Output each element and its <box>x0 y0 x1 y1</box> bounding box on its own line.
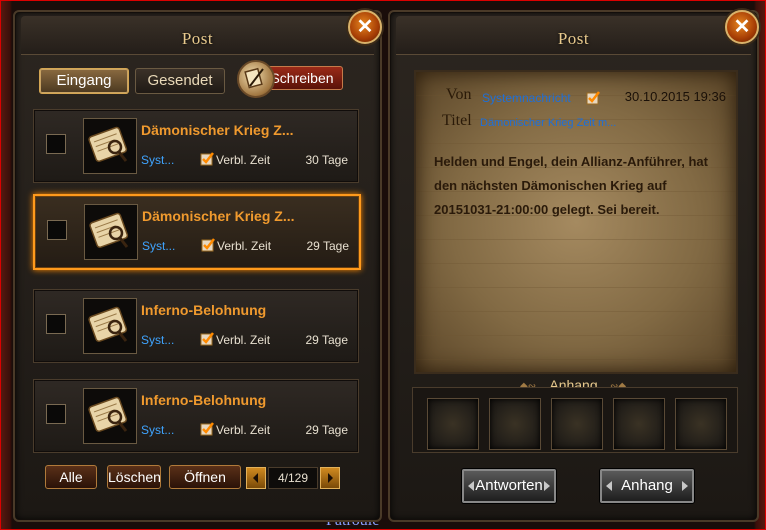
title-value: Dämonischer Krieg Zeit m... <box>480 117 617 129</box>
scroll-letter-icon <box>83 388 137 444</box>
mail-detail-panel: Post ✕ Von Systemnachricht 30.10.2015 19… <box>388 10 759 522</box>
verified-check-icon <box>200 151 215 171</box>
mail-checkbox[interactable] <box>47 220 67 240</box>
remaining-time-label: Verbl. Zeit <box>216 423 271 437</box>
close-icon[interactable]: ✕ <box>725 10 759 44</box>
remaining-days: 30 Tage <box>305 153 349 167</box>
arrow-left-icon <box>468 481 474 491</box>
tab-inbox[interactable]: Eingang <box>39 68 129 94</box>
prev-page-icon[interactable] <box>246 467 266 489</box>
mail-body: Helden und Engel, dein Allianz-Anführer,… <box>434 154 708 217</box>
remaining-time-label: Verbl. Zeit <box>216 153 271 167</box>
mail-checkbox[interactable] <box>46 314 66 334</box>
verified-check-icon <box>200 421 215 441</box>
attachment-slots <box>412 387 738 453</box>
mail-item[interactable]: Inferno-Belohnung Syst... Verbl. Zeit 29… <box>33 289 359 363</box>
tab-sent[interactable]: Gesendet <box>135 68 225 94</box>
take-attachment-button[interactable]: Anhang <box>600 469 694 503</box>
arrow-right-icon <box>544 481 550 491</box>
mail-date: 30.10.2015 19:36 <box>624 89 726 104</box>
scroll-letter-icon <box>83 118 137 174</box>
mail-checkbox[interactable] <box>46 134 66 154</box>
attachment-slot[interactable] <box>551 398 603 450</box>
verified-check-icon <box>586 90 601 110</box>
mail-sender: Syst... <box>141 333 175 347</box>
mail-sender: Syst... <box>142 239 176 253</box>
mail-item[interactable]: Dämonischer Krieg Z... Syst... Verbl. Ze… <box>33 109 359 183</box>
page-indicator: 4/129 <box>268 467 318 489</box>
remaining-time-label: Verbl. Zeit <box>216 333 271 347</box>
remaining-days: 29 Tage <box>305 333 349 347</box>
attachment-slot[interactable] <box>613 398 665 450</box>
open-button[interactable]: Öffnen <box>169 465 241 489</box>
delete-button[interactable]: Löschen <box>107 465 161 489</box>
mail-sender: Syst... <box>141 423 175 437</box>
panel-title: Post <box>557 29 590 48</box>
panel-title: Post <box>181 29 214 48</box>
verified-check-icon <box>200 331 215 351</box>
mail-checkbox[interactable] <box>46 404 66 424</box>
verified-check-icon <box>201 237 216 257</box>
arrow-right-icon <box>682 481 688 491</box>
remaining-time-label: Verbl. Zeit <box>217 239 272 253</box>
reply-button[interactable]: Antworten <box>462 469 556 503</box>
mail-sender: Syst... <box>141 153 175 167</box>
mail-item[interactable]: Inferno-Belohnung Syst... Verbl. Zeit 29… <box>33 379 359 453</box>
close-icon[interactable]: ✕ <box>348 10 382 44</box>
attachment-slot[interactable] <box>427 398 479 450</box>
arrow-left-icon <box>606 481 612 491</box>
next-page-icon[interactable] <box>320 467 340 489</box>
write-button[interactable]: Schreiben <box>237 60 347 98</box>
reply-button-label: Antworten <box>475 477 543 494</box>
select-all-button[interactable]: Alle <box>45 465 97 489</box>
from-label: Von <box>446 86 472 103</box>
quill-scroll-icon <box>237 60 275 98</box>
remaining-days: 29 Tage <box>306 239 350 253</box>
scroll-letter-icon <box>84 204 138 260</box>
mail-list-panel: Post ✕ Eingang Gesendet Schreiben Dämoni… <box>13 10 382 522</box>
attach-button-label: Anhang <box>621 477 673 494</box>
mail-title: Inferno-Belohnung <box>141 392 267 408</box>
remaining-days: 29 Tage <box>305 423 349 437</box>
scroll-letter-icon <box>83 298 137 354</box>
title-label: Titel <box>442 112 472 129</box>
attachment-slot[interactable] <box>489 398 541 450</box>
mail-item-selected[interactable]: Dämonischer Krieg Z... Syst... Verbl. Ze… <box>33 194 361 270</box>
panel-header: Post <box>396 16 751 55</box>
mail-title: Dämonischer Krieg Z... <box>142 208 295 224</box>
mail-title: Inferno-Belohnung <box>141 302 267 318</box>
panel-header: Post <box>21 16 374 55</box>
mail-title: Dämonischer Krieg Z... <box>141 122 294 138</box>
attachment-slot[interactable] <box>675 398 727 450</box>
letter-parchment: Von Systemnachricht 30.10.2015 19:36 Tit… <box>414 70 738 374</box>
from-value: Systemnachricht <box>482 91 571 105</box>
